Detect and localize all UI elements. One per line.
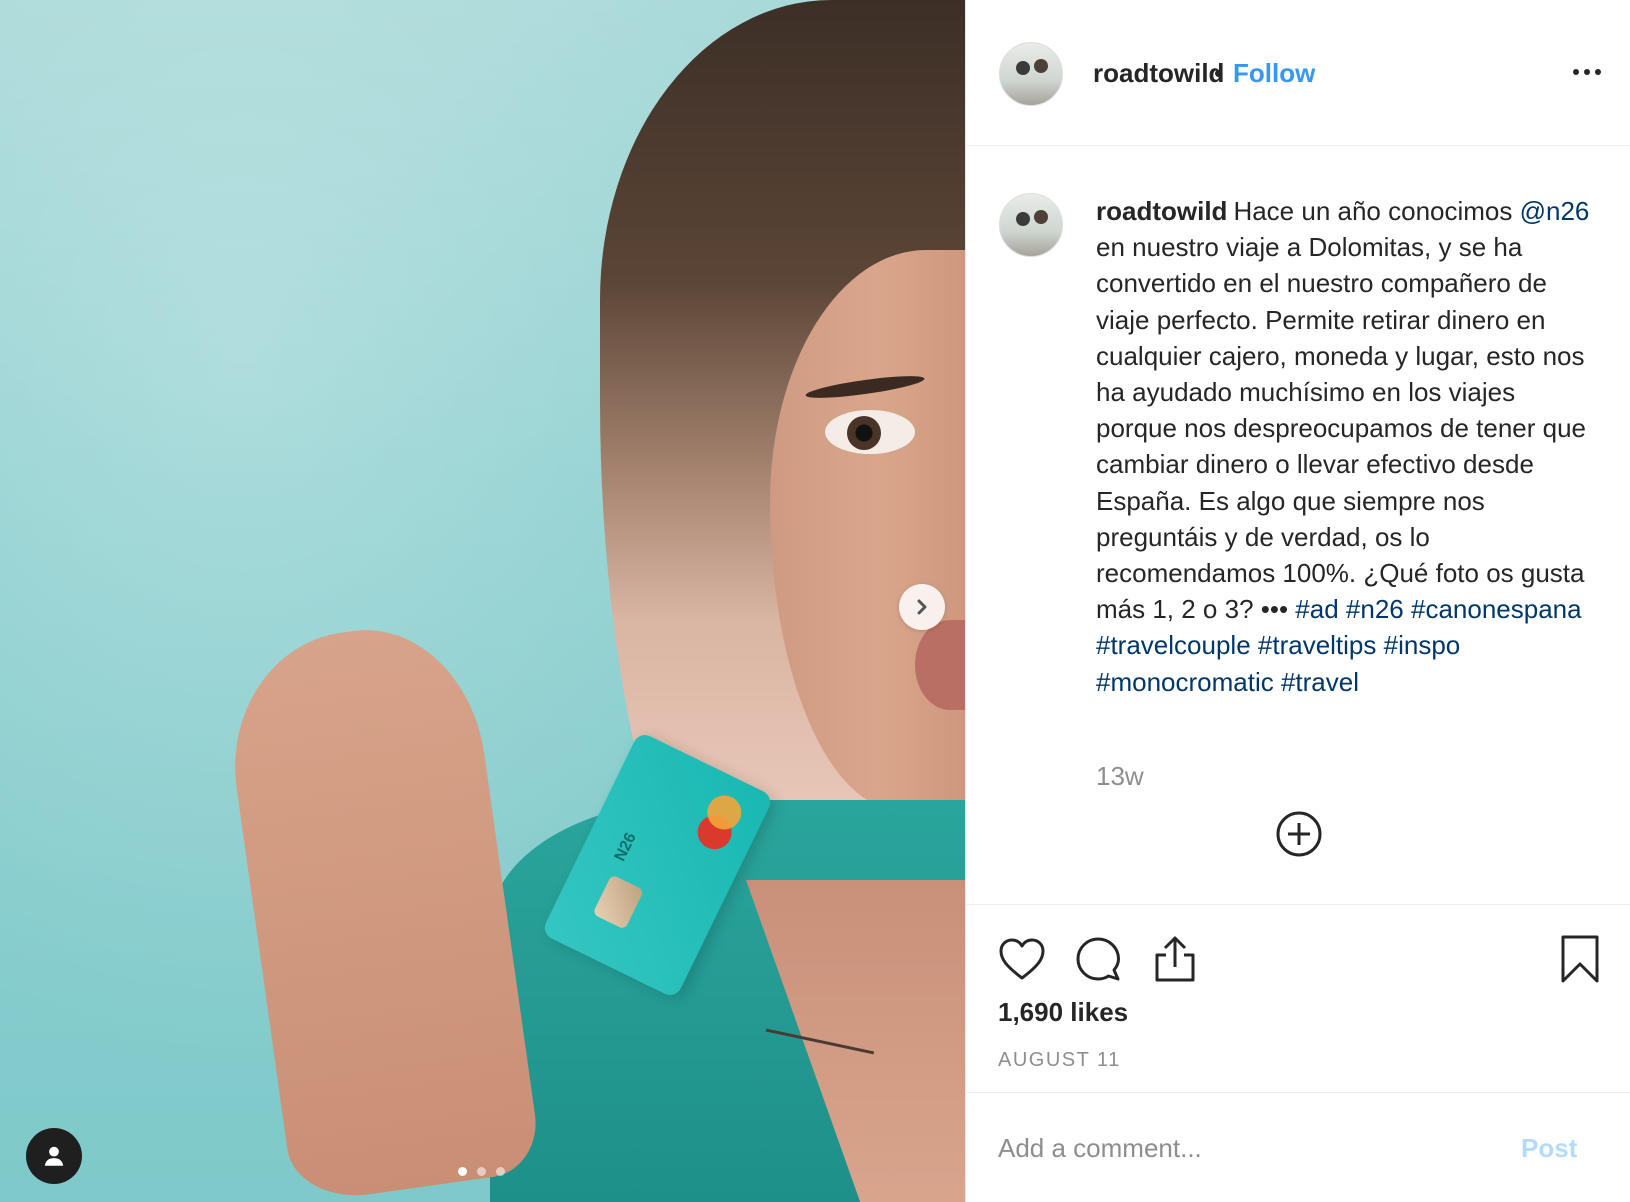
comment-button[interactable] [1072,933,1124,985]
heart-icon [999,938,1045,980]
follow-button[interactable]: Follow [1233,58,1315,89]
like-button[interactable] [996,933,1048,985]
hashtag-link[interactable]: #monocromatic [1096,667,1274,697]
carousel-dot [477,1167,486,1176]
caption-fragment: en nuestro viaje a Dolomitas, y se ha co… [1096,232,1587,625]
post-actions: 1,690 likes AUGUST 11 [966,904,1630,1092]
add-comment-bar: Post [966,1092,1630,1202]
more-options-icon [1573,69,1579,75]
hashtag-link[interactable]: #inspo [1384,630,1461,660]
card-brand: N26 [611,830,640,864]
carousel-next-button[interactable] [899,584,945,630]
card-chip [592,874,645,930]
caption-text: Hace un año conocimos @n26 en nuestro vi… [1096,196,1589,697]
photo-card-area: N26 [250,380,775,999]
bookmark-icon [1561,935,1599,983]
post-comment-button[interactable]: Post [1521,1133,1577,1164]
caption-fragment [1274,667,1281,697]
author-username[interactable]: roadtowild [1093,58,1224,89]
photo-eye [825,410,915,454]
chevron-right-icon [917,599,927,615]
load-more-comments-button[interactable] [1274,809,1324,859]
caption-fragment [1404,594,1411,624]
caption-fragment: Hace un año conocimos [1233,196,1520,226]
caption-fragment [1376,630,1383,660]
comment-input[interactable] [998,1123,1498,1173]
action-icons [996,933,1606,989]
header-separator: • [1214,58,1224,88]
caption-username[interactable]: roadtowild [1096,196,1227,226]
caption-fragment [1251,630,1258,660]
carousel-dot [458,1167,467,1176]
hashtag-link[interactable]: #traveltips [1258,630,1377,660]
post-modal: N26 roadtowild • Follow roadtowild Hace … [0,0,1630,1202]
post-media[interactable]: N26 [0,0,965,1202]
post-date: AUGUST 11 [998,1049,1121,1071]
save-button[interactable] [1554,933,1606,985]
hashtag-link[interactable]: #canonespana [1411,594,1582,624]
plus-circle-icon [1276,811,1322,857]
carousel-indicators [458,1167,505,1176]
hashtag-link[interactable]: #travel [1281,667,1359,697]
post-header: roadtowild • Follow [966,0,1630,146]
user-tag-icon [44,1146,64,1166]
tagged-users-button[interactable] [26,1128,82,1184]
more-options-icon [1595,69,1601,75]
likes-count[interactable]: 1,690 likes [998,997,1128,1028]
post-time-ago[interactable]: 13w [1096,761,1144,792]
post-caption: roadtowild Hace un año conocimos @n26 en … [1096,193,1601,700]
carousel-dot [496,1167,505,1176]
post-sidebar: roadtowild • Follow roadtowild Hace un añ… [965,0,1630,1202]
hashtag-link[interactable]: #n26 [1346,594,1404,624]
share-button[interactable] [1149,933,1201,985]
comments-section: roadtowild Hace un año conocimos @n26 en … [966,147,1630,903]
more-options-icon [1584,69,1590,75]
comment-bubble-icon [1076,937,1120,981]
caption-fragment [1339,594,1346,624]
hashtag-link[interactable]: #ad [1295,594,1338,624]
caption-author-avatar[interactable] [999,193,1063,257]
share-icon [1155,936,1195,982]
more-options-button[interactable] [1567,60,1607,84]
author-avatar[interactable] [999,42,1063,106]
mention-link[interactable]: @n26 [1520,196,1590,226]
hashtag-link[interactable]: #travelcouple [1096,630,1251,660]
